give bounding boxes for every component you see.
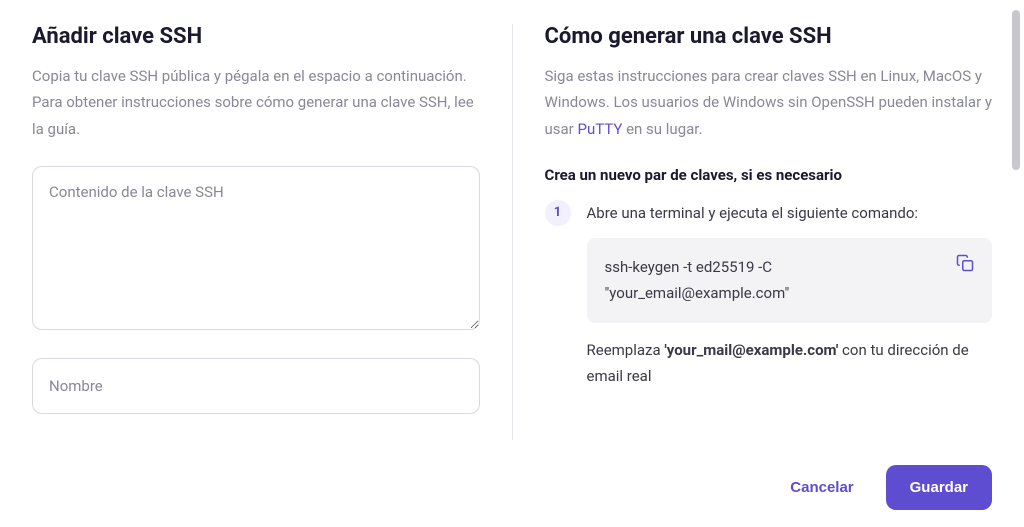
save-button[interactable]: Guardar [886,465,992,510]
generate-ssh-description: Siga estas instrucciones para crear clav… [545,63,993,142]
code-block: ssh-keygen -t ed25519 -C "your_email@exa… [587,238,993,323]
replace-pre: Reemplaza [587,341,665,359]
generate-ssh-title: Cómo generar una clave SSH [545,24,993,49]
description-text-post: en su lugar. [622,120,702,138]
dialog-footer: Cancelar Guardar [0,447,1024,527]
scrollbar-track[interactable] [1012,10,1020,410]
add-ssh-title: Añadir clave SSH [32,24,480,49]
add-ssh-panel: Añadir clave SSH Copia tu clave SSH públ… [32,24,512,440]
replace-bold: 'your_mail@example.com' [664,341,838,359]
ssh-name-input[interactable] [32,358,480,414]
step-number-badge: 1 [545,200,571,226]
dialog-body: Añadir clave SSH Copia tu clave SSH públ… [0,0,1024,440]
scrollbar-thumb[interactable] [1012,10,1020,170]
step-1: 1 Abre una terminal y ejecuta el siguien… [545,200,993,389]
step-1-text: Abre una terminal y ejecuta el siguiente… [587,200,993,226]
code-text: ssh-keygen -t ed25519 -C "your_email@exa… [605,254,945,307]
add-ssh-description: Copia tu clave SSH pública y pégala en e… [32,63,480,142]
cancel-button[interactable]: Cancelar [782,467,861,508]
create-keypair-subheading: Crea un nuevo par de claves, si es neces… [545,166,993,184]
ssh-content-input[interactable] [32,166,480,330]
copy-icon[interactable] [956,254,974,280]
step-content: Abre una terminal y ejecuta el siguiente… [587,200,993,389]
putty-link[interactable]: PuTTY [577,120,622,138]
replace-note: Reemplaza 'your_mail@example.com' con tu… [587,337,993,390]
generate-ssh-panel: Cómo generar una clave SSH Siga estas in… [512,24,993,440]
